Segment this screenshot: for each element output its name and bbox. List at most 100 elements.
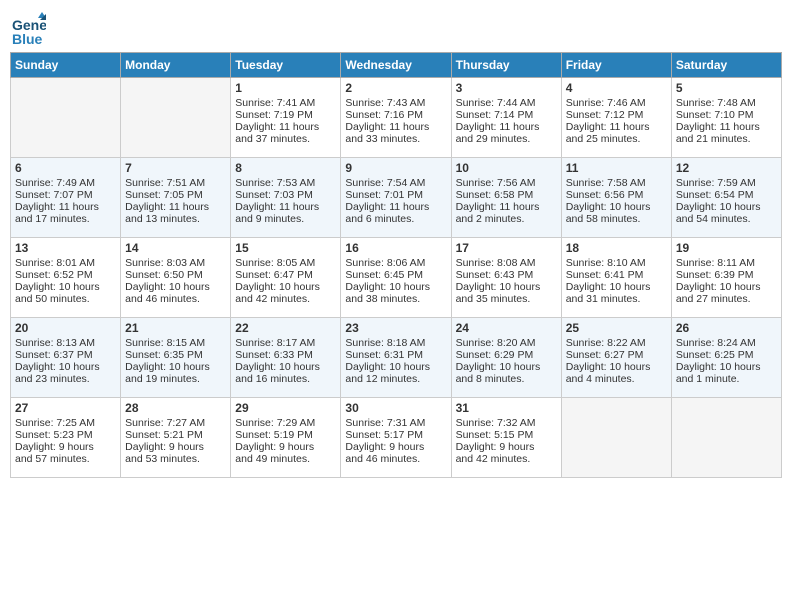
calendar-cell: 4Sunrise: 7:46 AMSunset: 7:12 PMDaylight… xyxy=(561,78,671,158)
day-info: Daylight: 10 hours xyxy=(345,281,446,293)
day-info: and 2 minutes. xyxy=(456,213,557,225)
day-info: and 57 minutes. xyxy=(15,453,116,465)
calendar-cell: 29Sunrise: 7:29 AMSunset: 5:19 PMDayligh… xyxy=(231,398,341,478)
day-info: Daylight: 11 hours xyxy=(676,121,777,133)
day-info: Sunrise: 8:22 AM xyxy=(566,337,667,349)
page-header: General Blue xyxy=(10,10,782,46)
day-info: Sunset: 5:23 PM xyxy=(15,429,116,441)
day-info: Daylight: 9 hours xyxy=(456,441,557,453)
day-info: Sunrise: 7:48 AM xyxy=(676,97,777,109)
day-header-monday: Monday xyxy=(121,53,231,78)
day-number: 13 xyxy=(15,241,116,255)
calendar-table: SundayMondayTuesdayWednesdayThursdayFrid… xyxy=(10,52,782,478)
day-info: Daylight: 10 hours xyxy=(566,281,667,293)
day-number: 27 xyxy=(15,401,116,415)
day-info: Sunrise: 7:46 AM xyxy=(566,97,667,109)
day-info: Sunrise: 7:43 AM xyxy=(345,97,446,109)
day-info: Sunset: 7:12 PM xyxy=(566,109,667,121)
day-number: 18 xyxy=(566,241,667,255)
day-number: 6 xyxy=(15,161,116,175)
day-info: Sunset: 6:41 PM xyxy=(566,269,667,281)
day-info: Sunrise: 8:20 AM xyxy=(456,337,557,349)
day-info: Daylight: 11 hours xyxy=(345,201,446,213)
day-header-thursday: Thursday xyxy=(451,53,561,78)
day-info: and 27 minutes. xyxy=(676,293,777,305)
day-info: Sunset: 6:39 PM xyxy=(676,269,777,281)
day-info: Sunrise: 8:08 AM xyxy=(456,257,557,269)
day-info: Sunset: 6:45 PM xyxy=(345,269,446,281)
day-info: and 53 minutes. xyxy=(125,453,226,465)
calendar-cell: 28Sunrise: 7:27 AMSunset: 5:21 PMDayligh… xyxy=(121,398,231,478)
day-header-sunday: Sunday xyxy=(11,53,121,78)
day-info: Sunset: 6:27 PM xyxy=(566,349,667,361)
calendar-week-1: 1Sunrise: 7:41 AMSunset: 7:19 PMDaylight… xyxy=(11,78,782,158)
day-info: Sunrise: 8:11 AM xyxy=(676,257,777,269)
calendar-cell: 27Sunrise: 7:25 AMSunset: 5:23 PMDayligh… xyxy=(11,398,121,478)
day-header-friday: Friday xyxy=(561,53,671,78)
day-header-tuesday: Tuesday xyxy=(231,53,341,78)
day-number: 12 xyxy=(676,161,777,175)
calendar-cell: 23Sunrise: 8:18 AMSunset: 6:31 PMDayligh… xyxy=(341,318,451,398)
day-header-saturday: Saturday xyxy=(671,53,781,78)
day-info: Daylight: 10 hours xyxy=(235,281,336,293)
calendar-cell xyxy=(121,78,231,158)
calendar-cell: 6Sunrise: 7:49 AMSunset: 7:07 PMDaylight… xyxy=(11,158,121,238)
day-info: and 23 minutes. xyxy=(15,373,116,385)
day-number: 29 xyxy=(235,401,336,415)
day-number: 22 xyxy=(235,321,336,335)
day-number: 14 xyxy=(125,241,226,255)
calendar-cell: 10Sunrise: 7:56 AMSunset: 6:58 PMDayligh… xyxy=(451,158,561,238)
day-info: Daylight: 10 hours xyxy=(566,201,667,213)
calendar-cell: 11Sunrise: 7:58 AMSunset: 6:56 PMDayligh… xyxy=(561,158,671,238)
day-info: Sunrise: 7:49 AM xyxy=(15,177,116,189)
day-info: Daylight: 9 hours xyxy=(15,441,116,453)
day-number: 20 xyxy=(15,321,116,335)
day-info: Daylight: 10 hours xyxy=(345,361,446,373)
calendar-cell: 5Sunrise: 7:48 AMSunset: 7:10 PMDaylight… xyxy=(671,78,781,158)
day-info: Daylight: 10 hours xyxy=(235,361,336,373)
day-info: Sunset: 6:37 PM xyxy=(15,349,116,361)
day-info: Sunrise: 7:32 AM xyxy=(456,417,557,429)
calendar-cell: 13Sunrise: 8:01 AMSunset: 6:52 PMDayligh… xyxy=(11,238,121,318)
day-info: Daylight: 11 hours xyxy=(345,121,446,133)
day-info: and 29 minutes. xyxy=(456,133,557,145)
calendar-cell: 25Sunrise: 8:22 AMSunset: 6:27 PMDayligh… xyxy=(561,318,671,398)
day-info: Sunset: 7:01 PM xyxy=(345,189,446,201)
day-info: Sunset: 6:52 PM xyxy=(15,269,116,281)
day-info: and 58 minutes. xyxy=(566,213,667,225)
day-info: and 19 minutes. xyxy=(125,373,226,385)
day-info: and 35 minutes. xyxy=(456,293,557,305)
day-info: Sunset: 6:43 PM xyxy=(456,269,557,281)
day-info: Sunrise: 8:15 AM xyxy=(125,337,226,349)
calendar-cell: 3Sunrise: 7:44 AMSunset: 7:14 PMDaylight… xyxy=(451,78,561,158)
day-info: Sunrise: 8:13 AM xyxy=(15,337,116,349)
day-number: 25 xyxy=(566,321,667,335)
day-info: Sunset: 7:07 PM xyxy=(15,189,116,201)
day-info: and 9 minutes. xyxy=(235,213,336,225)
day-number: 23 xyxy=(345,321,446,335)
day-info: Sunset: 7:14 PM xyxy=(456,109,557,121)
day-info: Sunset: 5:15 PM xyxy=(456,429,557,441)
day-number: 4 xyxy=(566,81,667,95)
day-info: Sunrise: 8:06 AM xyxy=(345,257,446,269)
day-info: Sunrise: 7:31 AM xyxy=(345,417,446,429)
day-info: Sunrise: 8:03 AM xyxy=(125,257,226,269)
calendar-cell: 21Sunrise: 8:15 AMSunset: 6:35 PMDayligh… xyxy=(121,318,231,398)
svg-text:Blue: Blue xyxy=(12,31,43,46)
day-number: 16 xyxy=(345,241,446,255)
calendar-cell: 14Sunrise: 8:03 AMSunset: 6:50 PMDayligh… xyxy=(121,238,231,318)
day-info: Sunset: 6:31 PM xyxy=(345,349,446,361)
calendar-cell: 19Sunrise: 8:11 AMSunset: 6:39 PMDayligh… xyxy=(671,238,781,318)
day-number: 2 xyxy=(345,81,446,95)
day-info: Sunset: 6:54 PM xyxy=(676,189,777,201)
day-number: 8 xyxy=(235,161,336,175)
day-info: and 46 minutes. xyxy=(125,293,226,305)
day-number: 5 xyxy=(676,81,777,95)
day-info: Sunrise: 8:05 AM xyxy=(235,257,336,269)
calendar-cell: 31Sunrise: 7:32 AMSunset: 5:15 PMDayligh… xyxy=(451,398,561,478)
day-info: Sunrise: 7:53 AM xyxy=(235,177,336,189)
logo: General Blue xyxy=(10,10,46,46)
day-info: Daylight: 9 hours xyxy=(125,441,226,453)
calendar-cell: 24Sunrise: 8:20 AMSunset: 6:29 PMDayligh… xyxy=(451,318,561,398)
calendar-cell: 20Sunrise: 8:13 AMSunset: 6:37 PMDayligh… xyxy=(11,318,121,398)
